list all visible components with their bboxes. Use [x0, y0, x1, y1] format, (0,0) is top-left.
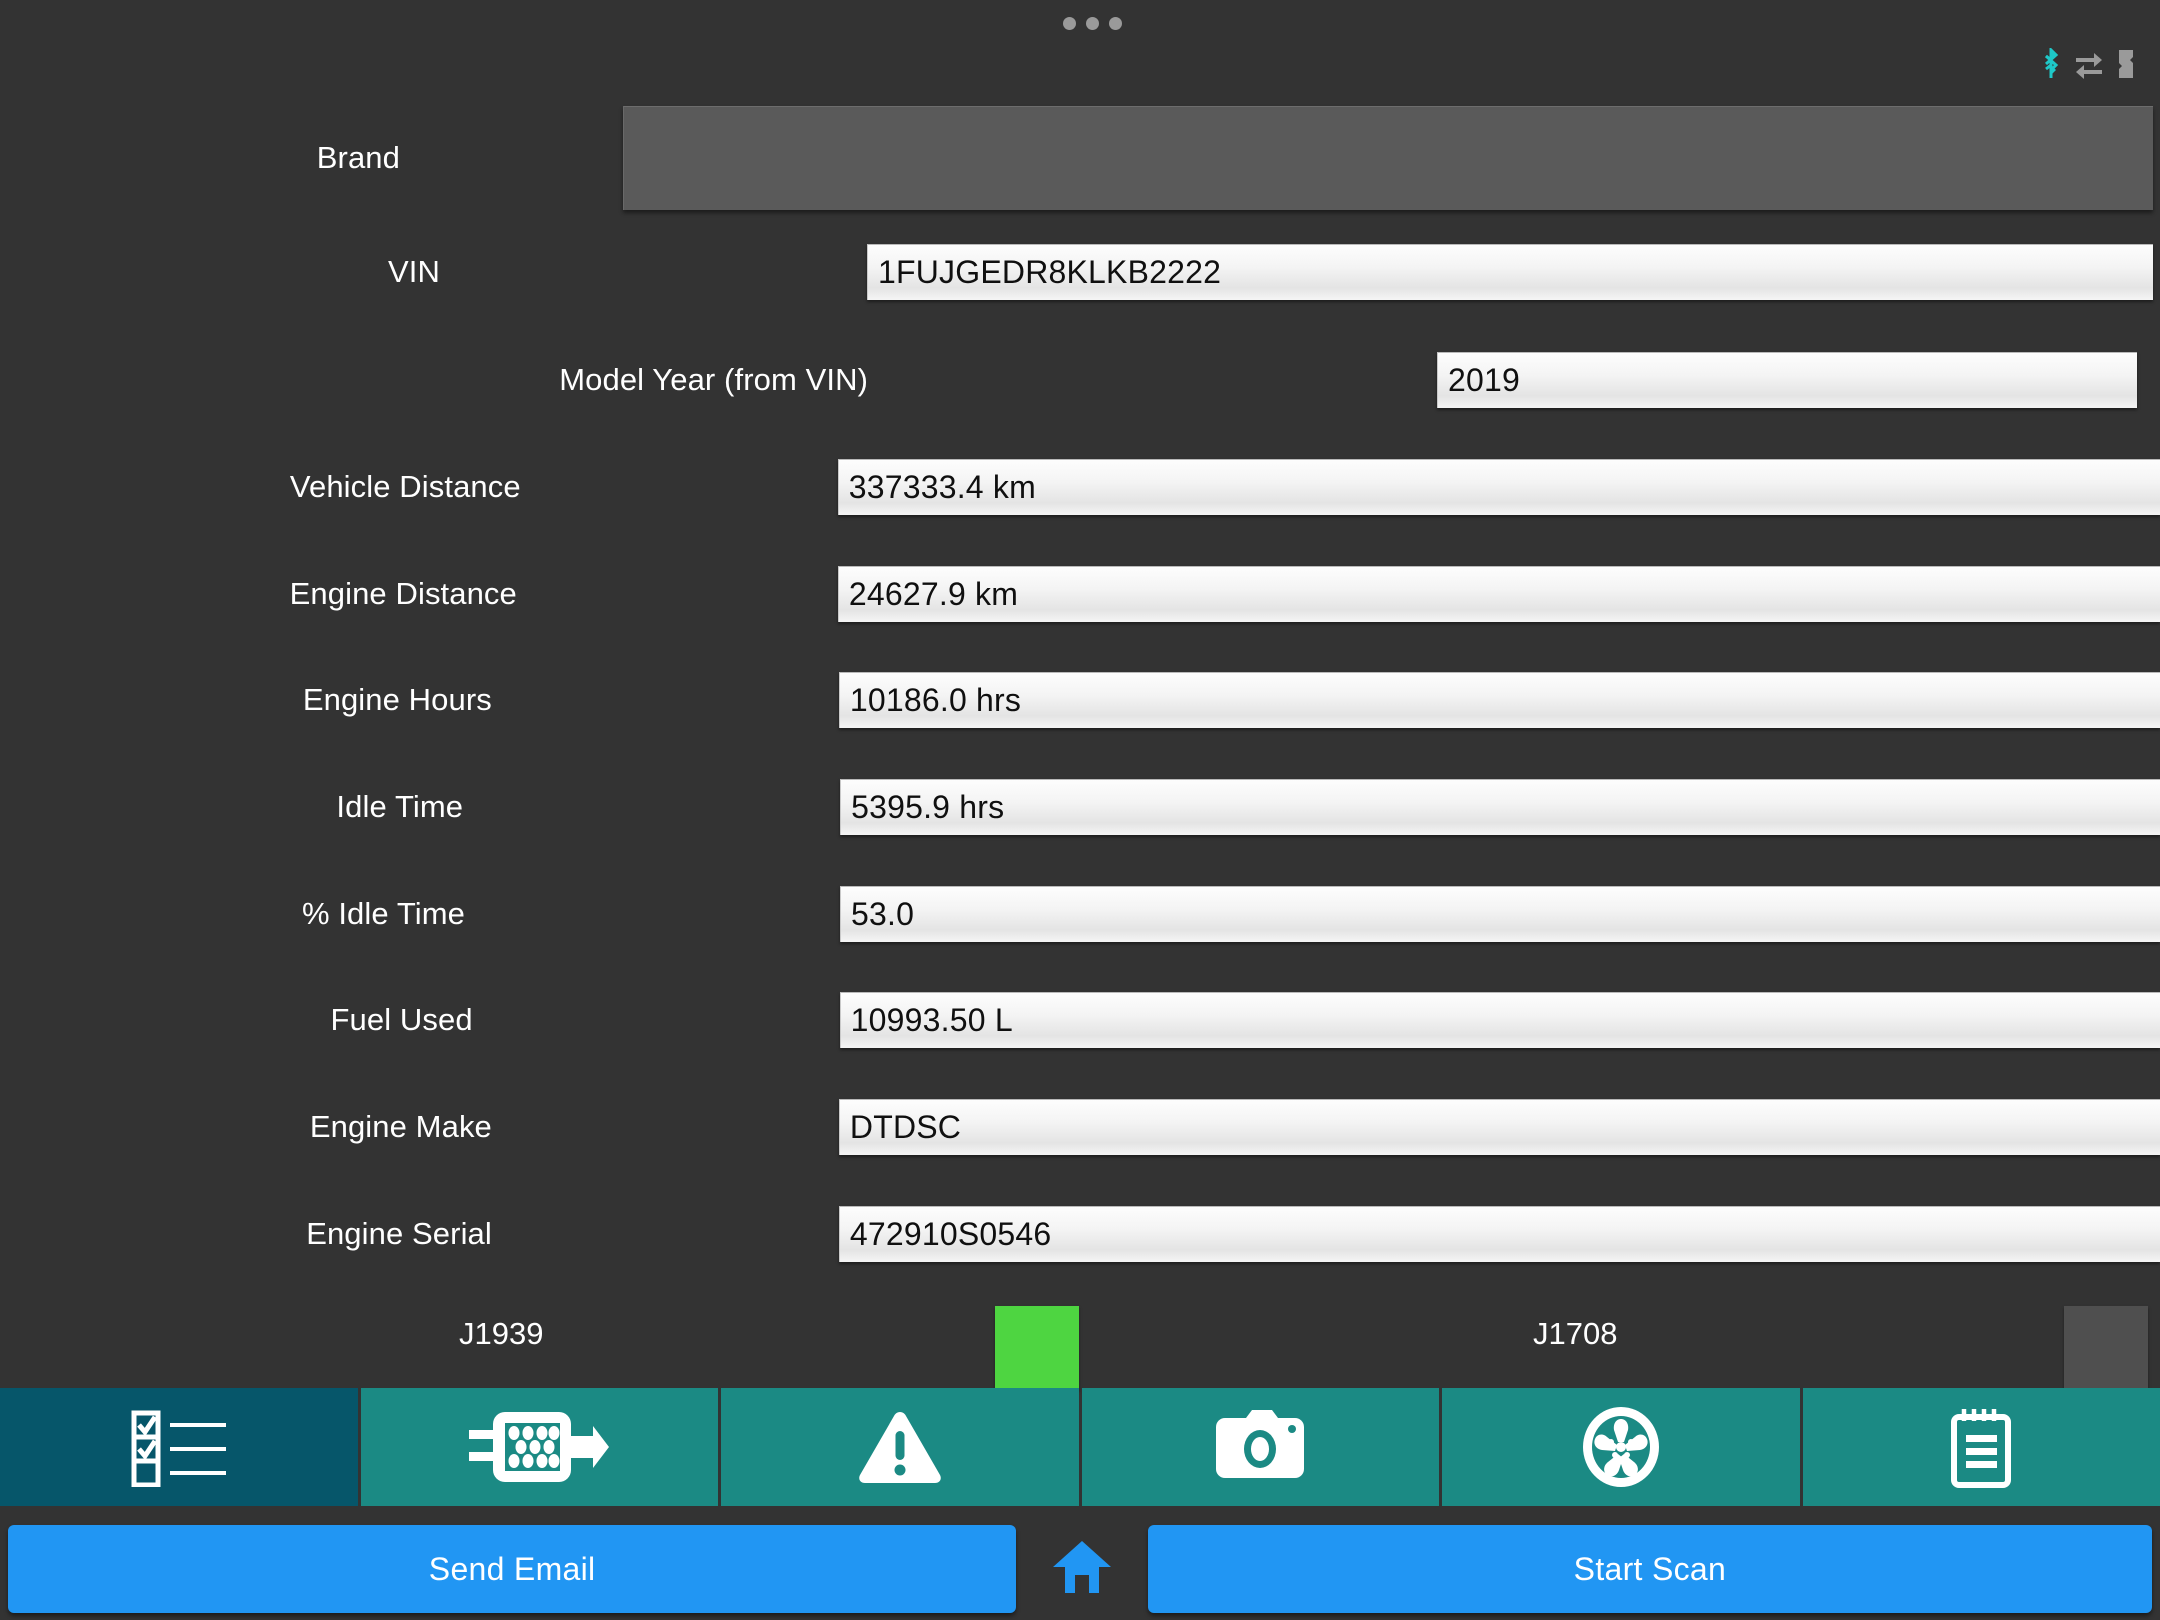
form-row-vehicle-distance: Vehicle Distance 337333.4 km [0, 457, 2160, 517]
toolbar-item-notepad[interactable] [1802, 1388, 2160, 1506]
engine-serial-field[interactable]: 472910S0546 [838, 1206, 2160, 1262]
engine-hours-field[interactable]: 10186.0 hrs [838, 672, 2160, 728]
start-scan-label: Start Scan [1573, 1550, 1727, 1587]
form-row-brand: Brand [0, 92, 2160, 224]
menu-dot [1109, 17, 1122, 30]
form-row-percent-idle-time: % Idle Time 53.0 [0, 884, 2160, 944]
idle-time-field[interactable]: 5395.9 hrs [840, 779, 2160, 835]
fuel-used-value: 10993.50 L [850, 1002, 1013, 1038]
label-fuel-used: Fuel Used [330, 1002, 473, 1037]
form-row-engine-distance: Engine Distance 24627.9 km [0, 564, 2160, 624]
percent-idle-time-field[interactable]: 53.0 [840, 886, 2160, 942]
bus-status-row: J1939 J1708 [0, 1287, 2160, 1390]
home-button[interactable] [1016, 1525, 1148, 1613]
label-model-year: Model Year (from VIN) [559, 362, 868, 397]
label-percent-idle-time: % Idle Time [301, 896, 465, 931]
label-brand: Brand [316, 140, 400, 175]
form-row-engine-hours: Engine Hours 10186.0 hrs [0, 670, 2160, 730]
status-icon-group [2040, 46, 2136, 80]
checklist-icon [126, 1407, 232, 1487]
form-row-model-year: Model Year (from VIN) 2019 [0, 350, 2160, 410]
notepad-icon [1946, 1405, 2016, 1489]
battery-icon [2116, 49, 2136, 79]
top-status-bar [0, 0, 2160, 92]
bottom-action-bar: Send Email Start Scan [0, 1518, 2160, 1620]
warning-icon [857, 1409, 943, 1485]
label-vin: VIN [388, 254, 440, 289]
fuel-used-field[interactable]: 10993.50 L [839, 992, 2160, 1048]
vin-value: 1FUJGEDR8KLKB2222 [878, 254, 1222, 290]
home-icon [1051, 1539, 1113, 1600]
toolbar-item-warning[interactable] [721, 1388, 1079, 1506]
menu-dot [1086, 17, 1099, 30]
label-engine-make: Engine Make [309, 1109, 492, 1144]
form-row-engine-serial: Engine Serial 472910S0546 [0, 1204, 2160, 1264]
vin-field[interactable]: 1FUJGEDR8KLKB2222 [867, 244, 2153, 300]
label-engine-serial: Engine Serial [306, 1216, 492, 1251]
label-engine-hours: Engine Hours [302, 682, 492, 717]
form-row-engine-make: Engine Make DTDSC [0, 1097, 2160, 1157]
engine-make-value: DTDSC [849, 1109, 962, 1145]
engine-serial-value: 472910S0546 [849, 1216, 1052, 1252]
data-transfer-icon [2074, 49, 2104, 79]
label-engine-distance: Engine Distance [289, 576, 517, 611]
model-year-field[interactable]: 2019 [1437, 352, 2137, 408]
connector-icon [469, 1408, 610, 1486]
j1708-status-indicator[interactable] [2064, 1306, 2148, 1390]
overflow-menu-dots[interactable] [1063, 17, 1122, 30]
bluetooth-icon [2040, 46, 2062, 80]
form-row-idle-time: Idle Time 5395.9 hrs [0, 777, 2160, 837]
form-row-fuel-used: Fuel Used 10993.50 L [0, 990, 2160, 1050]
send-email-button[interactable]: Send Email [8, 1525, 1017, 1613]
toolbar-item-wheel[interactable] [1442, 1388, 1800, 1506]
engine-make-field[interactable]: DTDSC [838, 1099, 2160, 1155]
idle-time-value: 5395.9 hrs [851, 789, 1005, 825]
vehicle-distance-field[interactable]: 337333.4 km [837, 459, 2160, 515]
wheel-icon [1581, 1405, 1661, 1489]
label-vehicle-distance: Vehicle Distance [289, 469, 521, 504]
start-scan-button[interactable]: Start Scan [1147, 1525, 2152, 1613]
brand-select[interactable] [623, 106, 2153, 210]
label-j1939: J1939 [459, 1316, 544, 1351]
label-idle-time: Idle Time [336, 789, 464, 824]
toolbar-item-connector[interactable] [360, 1388, 718, 1506]
j1939-status-indicator[interactable] [995, 1306, 1079, 1390]
model-year-value: 2019 [1448, 362, 1520, 398]
menu-dot [1063, 17, 1076, 30]
engine-hours-value: 10186.0 hrs [849, 682, 1022, 718]
label-j1708: J1708 [1533, 1316, 1618, 1351]
percent-idle-time-value: 53.0 [851, 896, 915, 932]
vehicle-info-form: Brand VIN 1FUJGEDR8KLKB2222 Model Year (… [0, 92, 2160, 1390]
engine-distance-value: 24627.9 km [848, 576, 1019, 612]
form-row-vin: VIN 1FUJGEDR8KLKB2222 [0, 242, 2160, 302]
toolbar-item-checklist[interactable] [0, 1388, 358, 1506]
engine-distance-field[interactable]: 24627.9 km [837, 566, 2160, 622]
vehicle-distance-value: 337333.4 km [848, 469, 1036, 505]
module-toolbar [0, 1388, 2160, 1506]
toolbar-item-camera[interactable] [1081, 1388, 1439, 1506]
send-email-label: Send Email [428, 1550, 596, 1587]
camera-icon [1214, 1410, 1306, 1484]
